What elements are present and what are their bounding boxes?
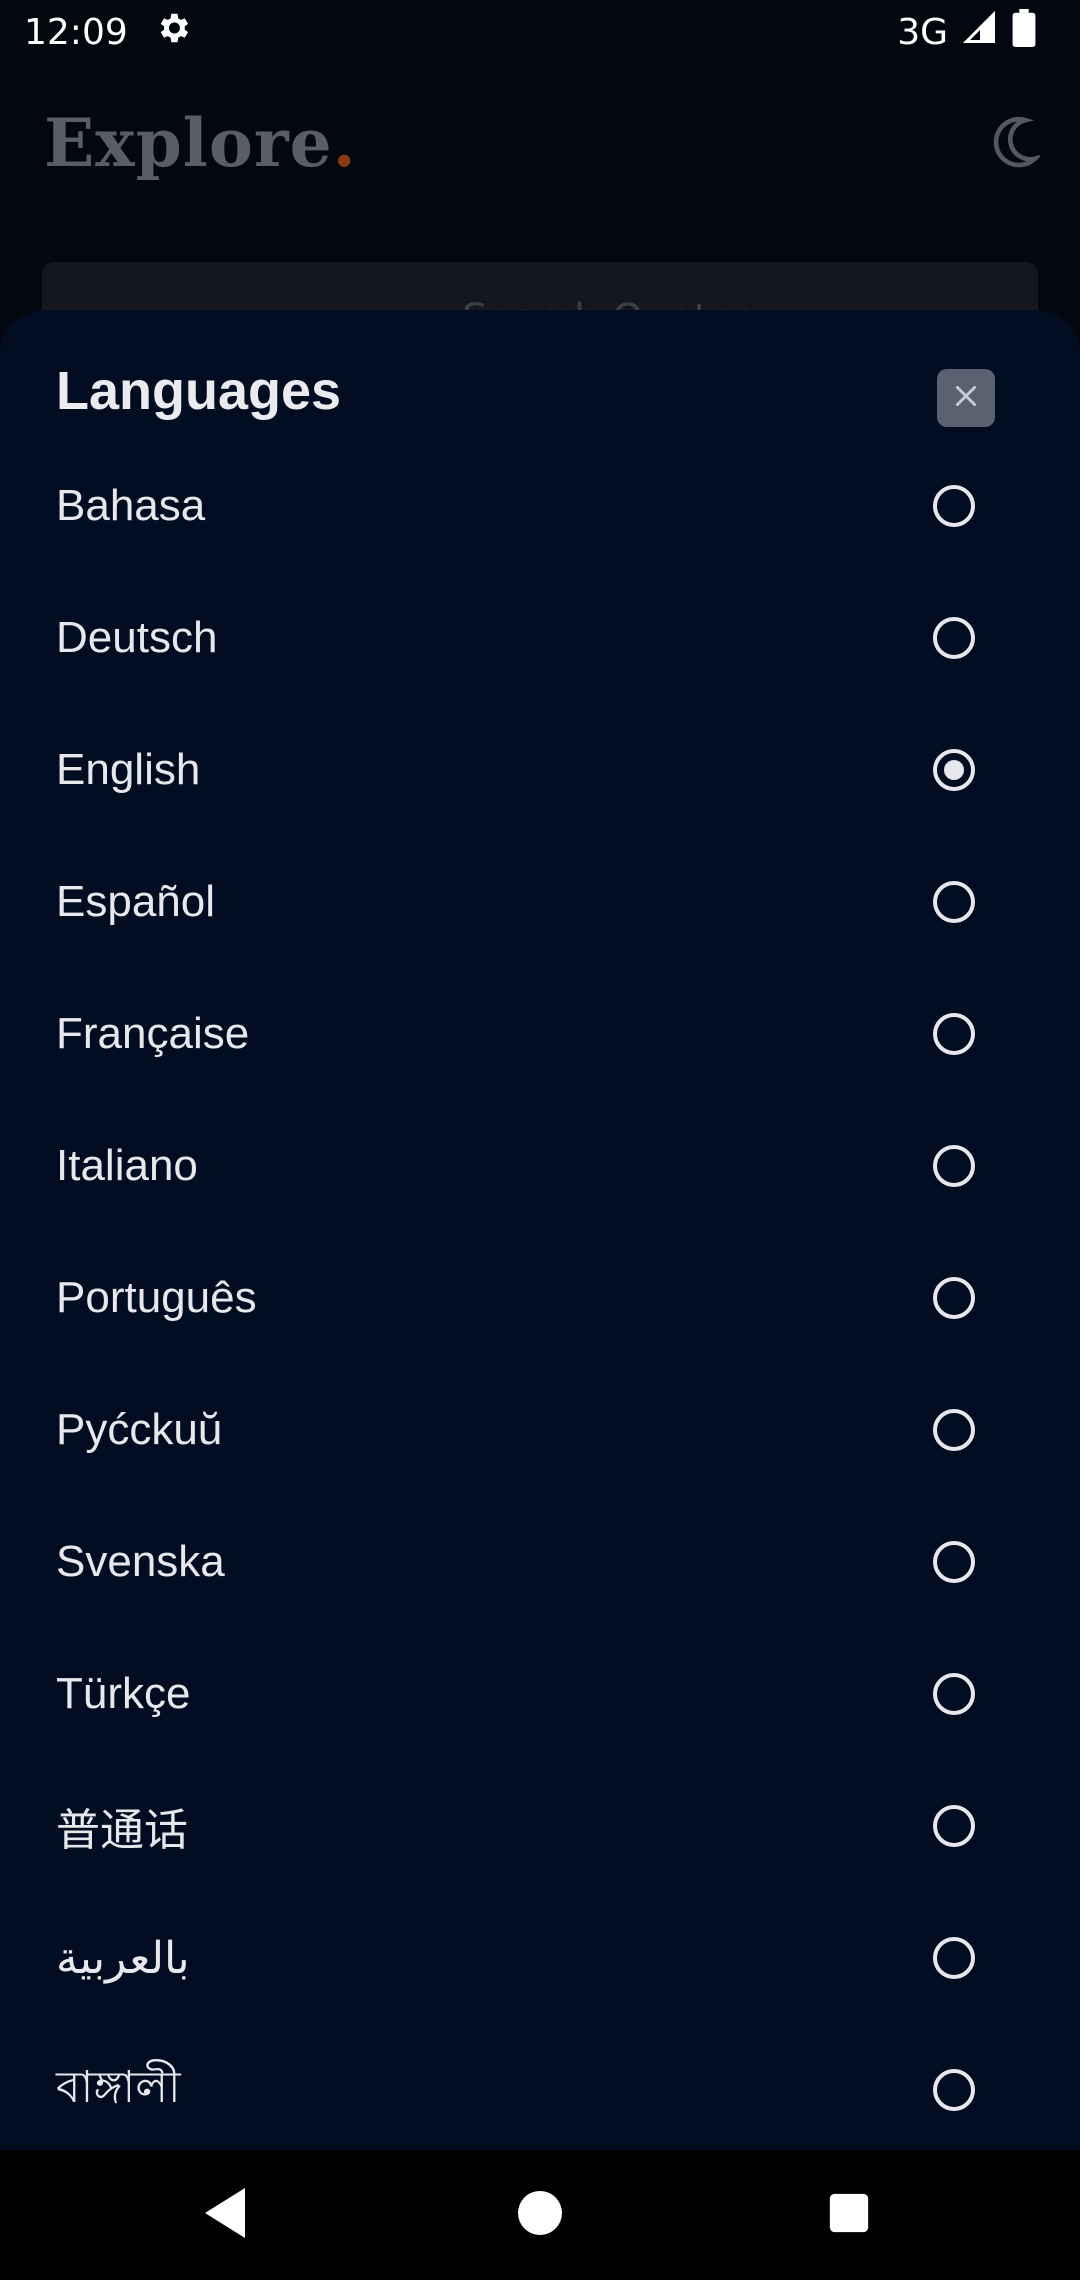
sheet-title: Languages <box>56 361 342 421</box>
language-option[interactable]: Pyćckuŭ <box>0 1364 1080 1496</box>
language-label: Bahasa <box>56 481 206 530</box>
radio-unselected[interactable] <box>933 485 975 527</box>
language-option[interactable]: Español <box>0 836 1080 968</box>
radio-unselected[interactable] <box>933 2069 975 2111</box>
radio-unselected[interactable] <box>933 881 975 923</box>
radio-unselected[interactable] <box>933 1409 975 1451</box>
language-label: বাঙ্গালী <box>56 2062 181 2112</box>
language-label: Türkçe <box>56 1669 191 1718</box>
radio-unselected[interactable] <box>933 1805 975 1847</box>
language-option[interactable]: Bahasa <box>0 440 1080 572</box>
back-icon[interactable] <box>200 2183 250 2247</box>
moon-icon[interactable] <box>990 114 1043 174</box>
language-list: Bahasa Deutsch English Español Française Ital… <box>0 440 1080 2150</box>
language-label: English <box>56 745 201 794</box>
language-option[interactable]: بالعربية <box>0 1892 1080 2024</box>
languages-sheet: Languages Bahasa Deutsch English Español Fra… <box>0 310 1080 2150</box>
network-type: 3G <box>897 11 948 53</box>
language-option[interactable]: Svenska <box>0 1496 1080 1628</box>
language-option[interactable]: Française <box>0 968 1080 1100</box>
screen: 12:09 3G Explore. Languages Bahasa Deuts… <box>0 0 1080 2280</box>
battery-icon <box>1012 8 1036 56</box>
language-label: Deutsch <box>56 613 218 662</box>
close-button[interactable] <box>937 369 995 427</box>
language-option[interactable]: English <box>0 704 1080 836</box>
language-label: بالعربية <box>56 1933 190 1983</box>
language-label: Svenska <box>56 1537 225 1586</box>
radio-unselected[interactable] <box>933 1541 975 1583</box>
language-option[interactable]: Português <box>0 1232 1080 1364</box>
home-icon[interactable] <box>516 2183 564 2247</box>
app-header: Explore. <box>0 64 1080 224</box>
language-option[interactable]: Italiano <box>0 1100 1080 1232</box>
language-label: Português <box>56 1273 257 1322</box>
language-option[interactable]: বাঙ্গালী <box>0 2024 1080 2150</box>
status-time: 12:09 <box>24 11 128 53</box>
signal-icon <box>962 10 998 55</box>
language-label: Español <box>56 877 216 926</box>
language-option[interactable]: Türkçe <box>0 1628 1080 1760</box>
status-right: 3G <box>897 8 1056 56</box>
language-option[interactable]: 普通话 <box>0 1760 1080 1892</box>
app-title-dot: . <box>332 104 357 182</box>
settings-icon <box>154 9 192 56</box>
status-left: 12:09 <box>24 9 192 56</box>
radio-unselected[interactable] <box>933 1673 975 1715</box>
radio-unselected[interactable] <box>933 617 975 659</box>
language-label: Pyćckuŭ <box>56 1405 223 1454</box>
radio-unselected[interactable] <box>933 1277 975 1319</box>
radio-unselected[interactable] <box>933 1937 975 1979</box>
navigation-bar <box>0 2150 1080 2280</box>
recents-icon[interactable] <box>826 2183 872 2247</box>
radio-selected[interactable] <box>933 749 975 791</box>
app-title-text: Explore <box>44 104 333 182</box>
language-label: Italiano <box>56 1141 198 1190</box>
language-option[interactable]: Deutsch <box>0 572 1080 704</box>
language-label: 普通话 <box>56 1806 188 1855</box>
language-label: Française <box>56 1009 250 1058</box>
radio-unselected[interactable] <box>933 1013 975 1055</box>
radio-unselected[interactable] <box>933 1145 975 1187</box>
app-title: Explore. <box>44 104 357 182</box>
status-bar: 12:09 3G <box>0 0 1080 64</box>
close-icon <box>953 383 979 413</box>
